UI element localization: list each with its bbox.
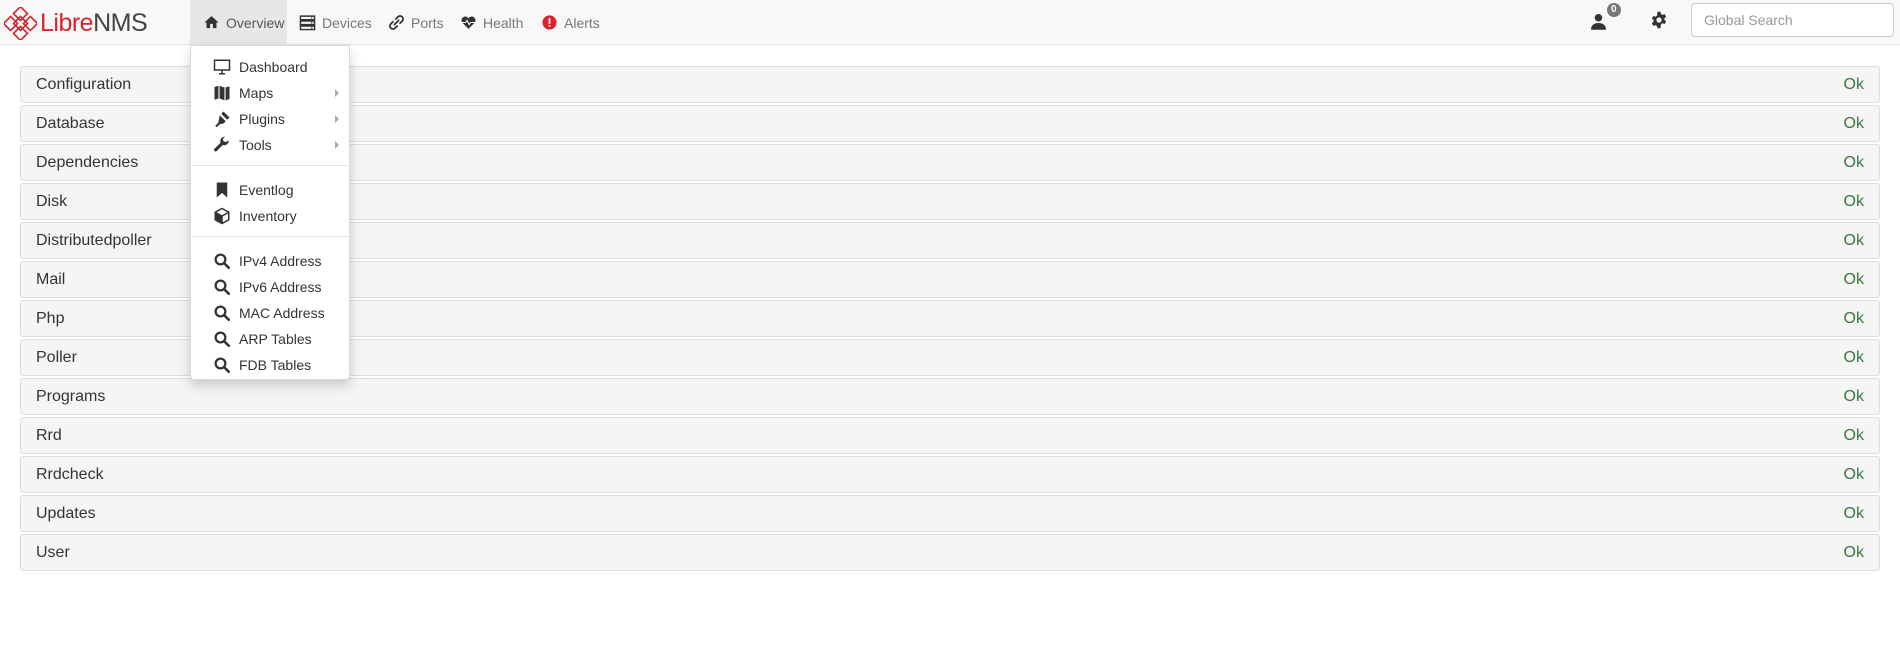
- check-name: Configuration: [36, 76, 132, 93]
- global-search-input[interactable]: [1691, 3, 1894, 37]
- check-name: Disk: [36, 193, 68, 210]
- nav-overview[interactable]: Overview: [190, 0, 287, 45]
- check-name: Distributedpoller: [36, 232, 152, 249]
- submenu-caret-icon: [335, 115, 339, 123]
- check-status: Ok: [1843, 466, 1864, 483]
- check-row[interactable]: Rrdcheck Ok: [20, 456, 1880, 493]
- menu-item-label: IPv6 Address: [239, 279, 322, 295]
- brand-logo[interactable]: LibreNMS: [4, 4, 148, 42]
- menu-item-ipv6-address[interactable]: IPv6 Address: [191, 274, 349, 300]
- submenu-caret-icon: [335, 89, 339, 97]
- menu-item-label: Maps: [239, 85, 274, 101]
- check-status: Ok: [1843, 505, 1864, 522]
- check-status: Ok: [1843, 76, 1864, 93]
- search-icon: [212, 252, 232, 270]
- check-name: Rrdcheck: [36, 466, 104, 483]
- menu-item-dashboard[interactable]: Dashboard: [191, 54, 349, 80]
- menu-divider: [192, 165, 348, 166]
- check-row[interactable]: Programs Ok: [20, 378, 1880, 415]
- menu-item-label: Dashboard: [239, 59, 308, 75]
- check-row[interactable]: Updates Ok: [20, 495, 1880, 532]
- nav-health[interactable]: Health: [460, 0, 523, 45]
- cube-icon: [212, 207, 232, 225]
- wrench-icon: [212, 136, 232, 154]
- menu-item-label: Eventlog: [239, 182, 294, 198]
- plug-icon: [212, 110, 232, 128]
- menu-item-label: MAC Address: [239, 305, 325, 321]
- monitor-icon: [212, 58, 232, 76]
- menu-item-eventlog[interactable]: Eventlog: [191, 177, 349, 203]
- menu-item-inventory[interactable]: Inventory: [191, 203, 349, 229]
- check-status: Ok: [1843, 115, 1864, 132]
- menu-item-label: Inventory: [239, 208, 297, 224]
- search-icon: [212, 356, 232, 374]
- nav-ports[interactable]: Ports: [388, 0, 444, 45]
- check-status: Ok: [1843, 154, 1864, 171]
- nav-alerts[interactable]: Alerts: [541, 0, 600, 45]
- check-status: Ok: [1843, 271, 1864, 288]
- settings-button[interactable]: [1650, 11, 1670, 31]
- nav-ports-label: Ports: [411, 14, 444, 31]
- check-name: Poller: [36, 349, 77, 366]
- check-status: Ok: [1843, 349, 1864, 366]
- map-icon: [212, 84, 232, 102]
- bookmark-icon: [212, 181, 232, 199]
- nav-devices[interactable]: Devices: [299, 0, 372, 45]
- menu-item-tools[interactable]: Tools: [191, 132, 349, 158]
- link-icon: [389, 15, 404, 30]
- nav-health-label: Health: [483, 14, 524, 31]
- notification-badge: 0: [1607, 3, 1621, 17]
- search-icon: [212, 330, 232, 348]
- menu-item-label: Tools: [239, 137, 272, 153]
- menu-item-label: Plugins: [239, 111, 285, 127]
- menu-item-ipv4-address[interactable]: IPv4 Address: [191, 248, 349, 274]
- home-icon: [204, 16, 219, 29]
- check-status: Ok: [1843, 544, 1864, 561]
- gear-icon: [1651, 11, 1667, 29]
- submenu-caret-icon: [335, 141, 339, 149]
- check-name: Database: [36, 115, 105, 132]
- check-status: Ok: [1843, 310, 1864, 327]
- check-name: Php: [36, 310, 65, 327]
- check-row[interactable]: User Ok: [20, 534, 1880, 571]
- menu-item-label: ARP Tables: [239, 331, 312, 347]
- check-name: Updates: [36, 505, 96, 522]
- top-navbar: LibreNMS Overview Devices Ports Health A…: [0, 0, 1900, 45]
- check-name: Programs: [36, 388, 106, 405]
- user-menu-button[interactable]: 0: [1586, 3, 1626, 34]
- nav-alerts-label: Alerts: [564, 14, 600, 31]
- check-status: Ok: [1843, 388, 1864, 405]
- check-status: Ok: [1843, 427, 1864, 444]
- menu-item-label: IPv4 Address: [239, 253, 322, 269]
- brand-name: LibreNMS: [40, 9, 148, 37]
- check-row[interactable]: Rrd Ok: [20, 417, 1880, 454]
- nav-overview-label: Overview: [226, 14, 285, 31]
- menu-item-plugins[interactable]: Plugins: [191, 106, 349, 132]
- menu-item-maps[interactable]: Maps: [191, 80, 349, 106]
- alert-icon: [542, 15, 557, 30]
- search-icon: [212, 278, 232, 296]
- menu-item-fdb-tables[interactable]: FDB Tables: [191, 352, 349, 378]
- check-status: Ok: [1843, 193, 1864, 210]
- search-icon: [212, 304, 232, 322]
- librenms-logo-icon: [4, 6, 37, 40]
- check-name: User: [36, 544, 70, 561]
- check-name: Dependencies: [36, 154, 139, 171]
- menu-item-arp-tables[interactable]: ARP Tables: [191, 326, 349, 352]
- user-icon: [1591, 14, 1606, 30]
- menu-item-label: FDB Tables: [239, 357, 312, 373]
- menu-divider: [192, 236, 348, 237]
- overview-dropdown-menu: Dashboard Maps Plugins Tools Eventlog Invento…: [190, 45, 350, 380]
- check-name: Rrd: [36, 427, 62, 444]
- check-name: Mail: [36, 271, 66, 288]
- menu-item-mac-address[interactable]: MAC Address: [191, 300, 349, 326]
- nav-devices-label: Devices: [322, 14, 372, 31]
- check-status: Ok: [1843, 232, 1864, 249]
- server-icon: [299, 15, 316, 31]
- heartbeat-icon: [461, 16, 476, 29]
